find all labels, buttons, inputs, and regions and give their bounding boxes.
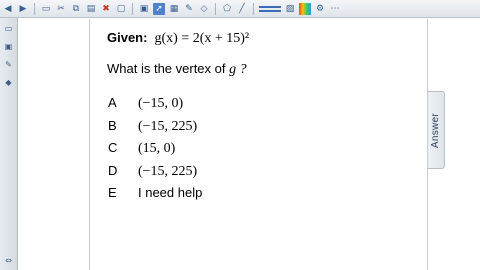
given-label: Given: bbox=[107, 30, 148, 45]
option-letter: D bbox=[108, 163, 118, 178]
more-icon[interactable]: ⋯ bbox=[329, 3, 341, 15]
page-border-left bbox=[89, 19, 90, 270]
select-icon[interactable]: ➚ bbox=[153, 2, 165, 15]
delete-icon[interactable]: ✖ bbox=[100, 3, 112, 15]
given-statement: Given: g(x) = 2(x + 15)² bbox=[107, 30, 249, 47]
add-page-icon[interactable]: ▢ bbox=[115, 3, 127, 15]
pen-icon[interactable]: ✎ bbox=[183, 3, 195, 15]
shape-icon[interactable]: ⬠ bbox=[221, 3, 233, 15]
toolbar-divider bbox=[215, 2, 216, 15]
forward-arrow-icon[interactable]: ▶ bbox=[17, 3, 29, 15]
option-letter: A bbox=[108, 95, 117, 110]
option-c[interactable]: C (15, 0) bbox=[108, 140, 175, 157]
sidebar: ▭ ▣ ✎ ◆ ⇔ bbox=[0, 18, 18, 270]
toolbar-divider bbox=[253, 2, 254, 15]
paste-icon[interactable]: ▤ bbox=[85, 3, 97, 15]
page-sorter-icon[interactable]: ▭ bbox=[3, 23, 14, 34]
option-value: (−15, 225) bbox=[138, 119, 198, 134]
question-text: What is the vertex of g ? bbox=[107, 61, 247, 78]
option-value: (−15, 225) bbox=[138, 164, 198, 179]
properties-toolbar-icon[interactable]: ⚙ bbox=[314, 3, 326, 15]
option-a[interactable]: A (−15, 0) bbox=[108, 95, 183, 112]
line-width-icon[interactable] bbox=[259, 5, 281, 12]
properties-icon[interactable]: ◆ bbox=[3, 77, 14, 88]
option-e[interactable]: E I need help bbox=[108, 185, 202, 200]
answer-tab[interactable]: Answer bbox=[428, 91, 445, 169]
copy-icon[interactable]: ⧉ bbox=[70, 3, 82, 15]
given-formula: g(x) = 2(x + 15)² bbox=[154, 31, 250, 46]
option-value: (15, 0) bbox=[138, 141, 176, 156]
question-function: g ? bbox=[229, 62, 247, 77]
new-page-icon[interactable]: ▭ bbox=[40, 3, 52, 15]
back-arrow-icon[interactable]: ◀ bbox=[2, 3, 14, 15]
expand-icon[interactable]: ⇔ bbox=[3, 255, 14, 266]
option-value: I need help bbox=[138, 185, 203, 200]
option-letter: C bbox=[108, 140, 118, 155]
gallery-icon[interactable]: ▣ bbox=[3, 41, 14, 52]
option-letter: B bbox=[108, 118, 117, 133]
question-prefix: What is the vertex of bbox=[107, 61, 230, 76]
attachments-icon[interactable]: ✎ bbox=[3, 59, 14, 70]
toolbar: ◀ ▶ ▭ ✂ ⧉ ▤ ✖ ▢ ▣ ➚ ▦ ✎ ◇ ⬠ ╱ ▨ ⚙ ⋯ bbox=[0, 0, 480, 18]
option-d[interactable]: D (−15, 225) bbox=[108, 163, 197, 180]
option-b[interactable]: B (−15, 225) bbox=[108, 118, 197, 135]
answer-tab-label: Answer bbox=[430, 112, 442, 148]
whiteboard-page[interactable]: Answer bbox=[19, 19, 480, 270]
line-icon[interactable]: ╱ bbox=[236, 3, 248, 15]
text-tool-icon[interactable]: ▦ bbox=[168, 3, 180, 15]
color-palette-icon[interactable] bbox=[299, 2, 311, 15]
cut-icon[interactable]: ✂ bbox=[55, 3, 67, 15]
toolbar-divider bbox=[132, 2, 133, 15]
toolbar-divider bbox=[34, 2, 35, 15]
option-letter: E bbox=[108, 185, 117, 200]
fill-icon[interactable]: ▨ bbox=[284, 3, 296, 15]
eraser-icon[interactable]: ◇ bbox=[198, 3, 210, 15]
screen-capture-icon[interactable]: ▣ bbox=[138, 3, 150, 15]
option-value: (−15, 0) bbox=[138, 96, 184, 111]
